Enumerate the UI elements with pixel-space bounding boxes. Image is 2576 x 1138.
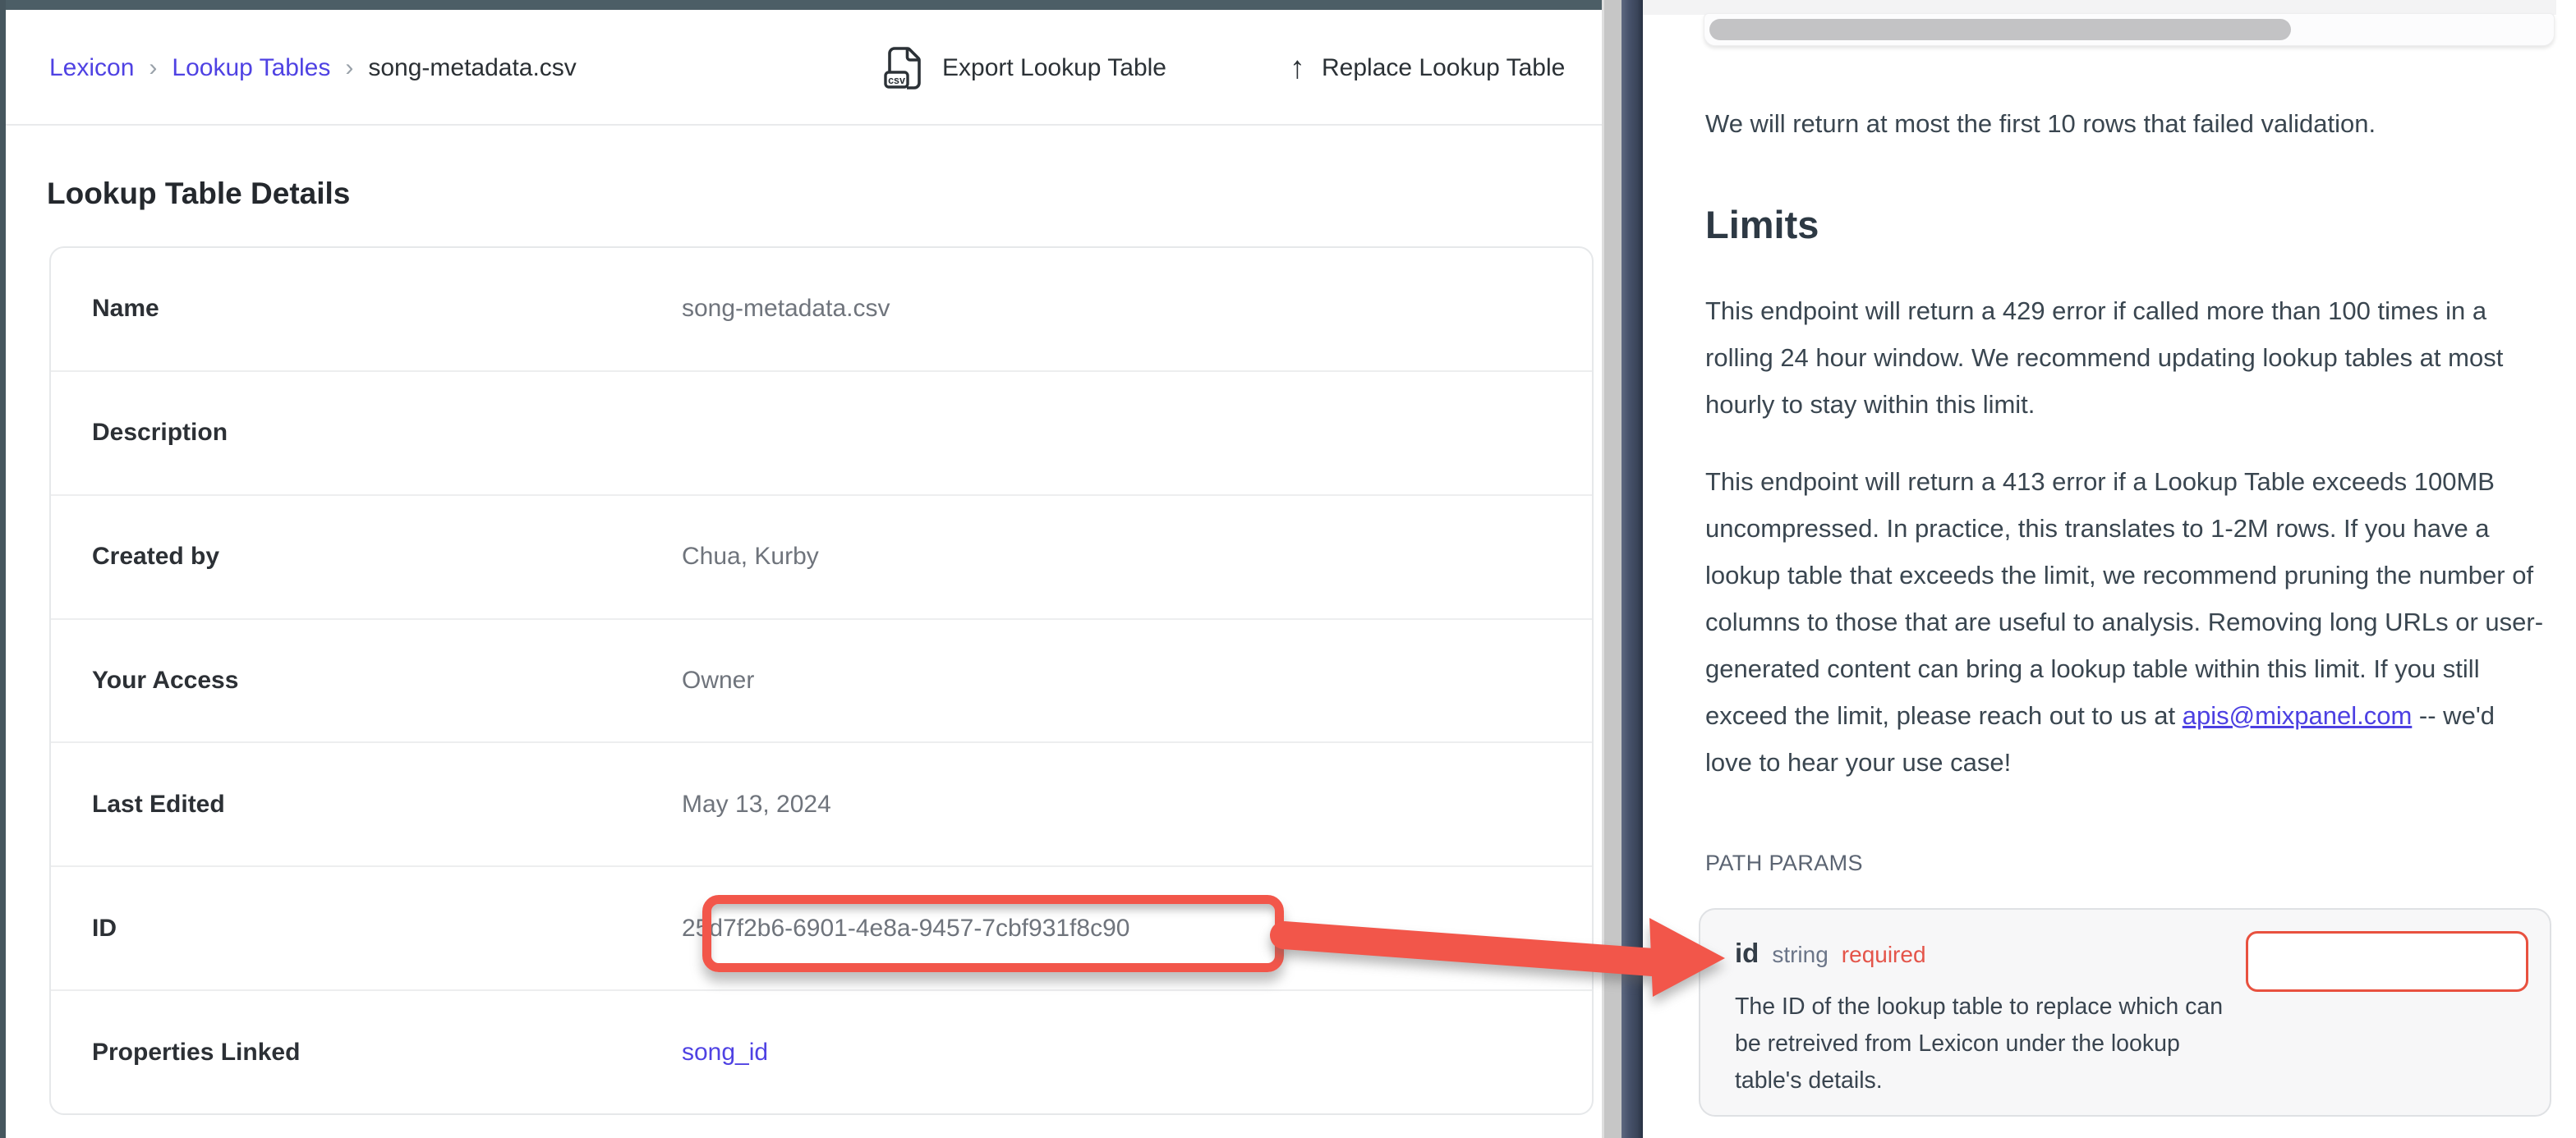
path-param-card: id string required The ID of the lookup … — [1699, 908, 2551, 1117]
window-left-edge — [0, 0, 6, 1138]
horizontal-scrollbar-thumb[interactable] — [1709, 19, 2291, 40]
apis-mixpanel-email-link[interactable]: apis@mixpanel.com — [2183, 701, 2413, 730]
page-title: Lookup Table Details — [47, 177, 350, 211]
row-value-created-by: Chua, Kurby — [682, 543, 819, 571]
table-row-last-edited: Last Edited May 13, 2024 — [51, 741, 1592, 865]
limits-heading: Limits — [1705, 202, 1819, 247]
left-window-vertical-scrollbar[interactable] — [1602, 0, 1622, 1138]
row-label: ID — [51, 915, 682, 943]
window-top-edge — [0, 0, 1622, 10]
table-row-your-access: Your Access Owner — [51, 618, 1592, 742]
row-label: Your Access — [51, 667, 682, 695]
param-name-row: id string required — [1735, 938, 1926, 969]
screenshot-root: Lexicon › Lookup Tables › song-metadata.… — [0, 0, 2576, 1138]
api-docs-panel: We will return at most the first 10 rows… — [1643, 0, 2576, 1138]
lookup-table-window: Lexicon › Lookup Tables › song-metadata.… — [6, 10, 1602, 1138]
row-label: Last Edited — [51, 791, 682, 819]
row-label: Properties Linked — [51, 1039, 682, 1067]
breadcrumb-link-lookup-tables[interactable]: Lookup Tables — [172, 54, 330, 82]
table-row-name: Name song-metadata.csv — [51, 248, 1592, 370]
upload-arrow-icon: ↑ — [1290, 53, 1305, 84]
row-label: Created by — [51, 543, 682, 571]
replace-button-label: Replace Lookup Table — [1322, 54, 1565, 82]
row-value-last-edited: May 13, 2024 — [682, 791, 831, 819]
horizontal-scrollbar-track[interactable] — [1704, 13, 2555, 46]
breadcrumb-current-file: song-metadata.csv — [368, 54, 576, 82]
row-label: Description — [51, 419, 682, 447]
param-name: id — [1735, 938, 1759, 969]
right-window-left-border — [1622, 0, 1643, 1138]
breadcrumb: Lexicon › Lookup Tables › song-metadata.… — [49, 10, 577, 126]
row-value-name: song-metadata.csv — [682, 295, 890, 323]
param-required-badge: required — [1842, 942, 1926, 968]
export-button-label: Export Lookup Table — [942, 54, 1166, 82]
paragraph-413-text: This endpoint will return a 413 error if… — [1705, 467, 2543, 730]
export-lookup-table-button[interactable]: csv Export Lookup Table — [883, 10, 1166, 126]
param-id-input[interactable] — [2246, 931, 2528, 992]
table-row-properties-linked: Properties Linked song_id — [51, 989, 1592, 1113]
replace-lookup-table-button[interactable]: ↑ Replace Lookup Table — [1290, 10, 1565, 126]
row-value-your-access: Owner — [682, 667, 754, 695]
breadcrumb-link-lexicon[interactable]: Lexicon — [49, 54, 134, 82]
table-row-id: ID 25d7f2b6-6901-4e8a-9457-7cbf931f8c90 — [51, 865, 1592, 989]
path-params-label: PATH PARAMS — [1705, 851, 1863, 876]
csv-icon-text: csv — [888, 75, 905, 86]
row-value-id: 25d7f2b6-6901-4e8a-9457-7cbf931f8c90 — [682, 915, 1129, 943]
csv-file-icon: csv — [883, 45, 926, 91]
table-row-description: Description — [51, 370, 1592, 494]
song-id-property-link[interactable]: song_id — [682, 1039, 768, 1066]
row-label: Name — [51, 295, 682, 323]
breadcrumb-separator: › — [345, 54, 353, 82]
breadcrumb-separator: › — [149, 54, 157, 82]
param-type: string — [1772, 942, 1828, 968]
lookup-table-details-card: Name song-metadata.csv Description Creat… — [49, 246, 1594, 1115]
table-row-created-by: Created by Chua, Kurby — [51, 494, 1592, 618]
lookup-header-bar: Lexicon › Lookup Tables › song-metadata.… — [6, 10, 1602, 126]
limits-paragraph-413: This endpoint will return a 413 error if… — [1705, 458, 2548, 786]
limits-paragraph-429: This endpoint will return a 429 error if… — [1705, 287, 2548, 428]
param-description: The ID of the lookup table to replace wh… — [1735, 989, 2228, 1099]
docs-intro-text: We will return at most the first 10 rows… — [1705, 103, 2548, 145]
